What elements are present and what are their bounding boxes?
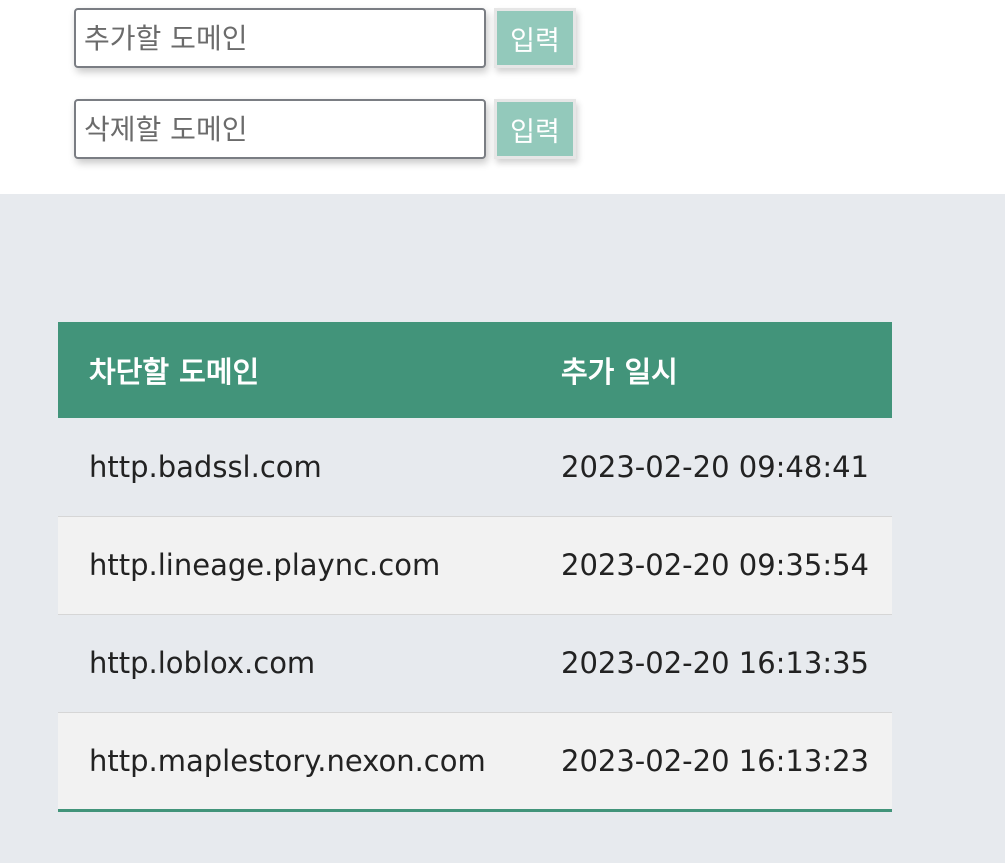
table-row: http.badssl.com 2023-02-20 09:48:41: [58, 418, 892, 516]
cell-domain: http.lineage.plaync.com: [89, 548, 441, 582]
add-domain-input[interactable]: [74, 8, 486, 68]
table-row: http.lineage.plaync.com 2023-02-20 09:35…: [58, 516, 892, 614]
cell-added-at: 2023-02-20 09:35:54: [561, 548, 869, 582]
delete-domain-submit-button[interactable]: 입력: [494, 99, 576, 159]
cell-domain: http.badssl.com: [89, 449, 322, 484]
table-row: http.loblox.com 2023-02-20 16:13:35: [58, 614, 892, 712]
table-body: http.badssl.com 2023-02-20 09:48:41 http…: [58, 418, 892, 810]
cell-domain: http.loblox.com: [89, 646, 316, 680]
header-blocked-domain: 차단할 도메인: [58, 322, 530, 418]
table-header-row: 차단할 도메인 추가 일시: [58, 322, 892, 418]
cell-added-at: 2023-02-20 16:13:23: [561, 743, 869, 778]
domain-form-panel: 입력 입력: [0, 0, 1005, 194]
cell-added-at: 2023-02-20 16:13:35: [561, 646, 869, 680]
delete-domain-input[interactable]: [74, 99, 486, 159]
cell-added-at: 2023-02-20 09:48:41: [561, 449, 869, 484]
blocked-domain-table: 차단할 도메인 추가 일시 http.badssl.com 2023-02-20…: [58, 322, 892, 812]
cell-domain: http.maplestory.nexon.com: [89, 743, 486, 778]
table-header: 차단할 도메인 추가 일시: [58, 322, 892, 418]
table-row: http.maplestory.nexon.com 2023-02-20 16:…: [58, 712, 892, 810]
add-domain-submit-button[interactable]: 입력: [494, 8, 576, 68]
header-added-at: 추가 일시: [530, 322, 892, 418]
